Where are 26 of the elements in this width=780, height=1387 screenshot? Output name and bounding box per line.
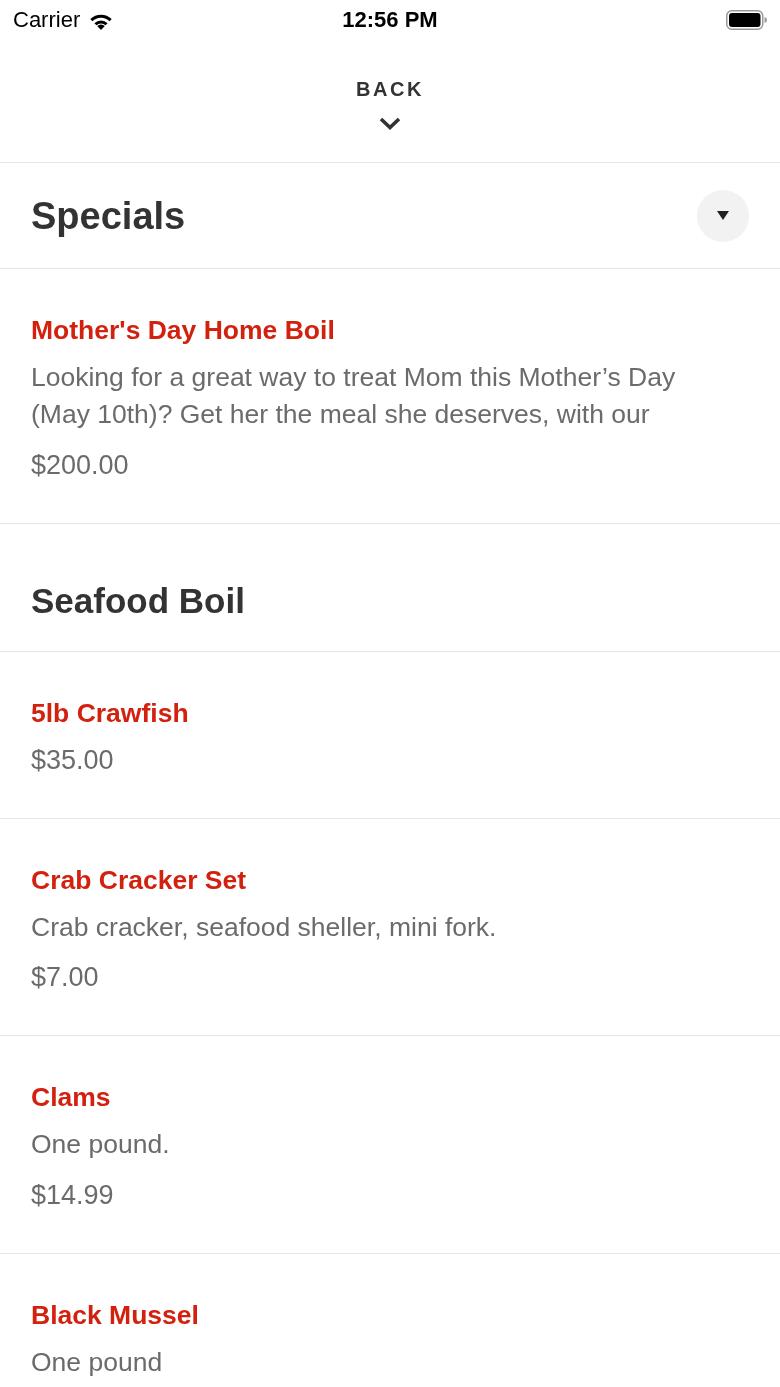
menu-item-card[interactable]: Mother's Day Home Boil Looking for a great way to treat Mom this Mother’s Day (May 10th)? Get her the meal she deserves, with our $200.00 <box>0 269 780 524</box>
item-price: $35.00 <box>31 743 114 777</box>
menu-item-card[interactable]: 5lb Crawfish $35.00 <box>0 651 780 819</box>
chevron-down-icon <box>379 117 401 130</box>
item-description: One pound. <box>31 1128 170 1161</box>
item-price: $7.00 <box>31 961 99 994</box>
carrier-label: Carrier <box>13 7 81 33</box>
menu-item-card[interactable]: Clams One pound. $14.99 <box>0 1036 780 1254</box>
item-description: One pound <box>31 1345 163 1379</box>
item-price: $200.00 <box>31 448 129 482</box>
section-heading: Seafood Boil <box>31 579 245 622</box>
back-button[interactable]: BACK <box>356 76 424 102</box>
menu-item-card[interactable]: Black Mussel One pound <box>0 1253 780 1387</box>
item-name: 5lb Crawfish <box>31 696 189 730</box>
item-name: Mother's Day Home Boil <box>31 314 335 347</box>
item-description: Crab cracker, seafood sheller, mini fork. <box>31 910 497 944</box>
item-name: Clams <box>31 1081 111 1114</box>
item-name: Crab Cracker Set <box>31 863 247 897</box>
menu-item-card[interactable]: Crab Cracker Set Crab cracker, seafood sheller, mini fork. $7.00 <box>0 818 780 1036</box>
item-description: Looking for a great way to treat Mom this Mother’s Day (May 10th)? Get her the meal she deserves, with our <box>31 361 677 431</box>
section-heading: Specials <box>31 193 186 239</box>
battery-icon <box>726 10 767 30</box>
item-price: $14.99 <box>31 1178 114 1212</box>
triangle-down-icon <box>717 211 729 220</box>
item-name: Black Mussel <box>31 1298 199 1332</box>
clock-time: 12:56 PM <box>342 7 438 33</box>
